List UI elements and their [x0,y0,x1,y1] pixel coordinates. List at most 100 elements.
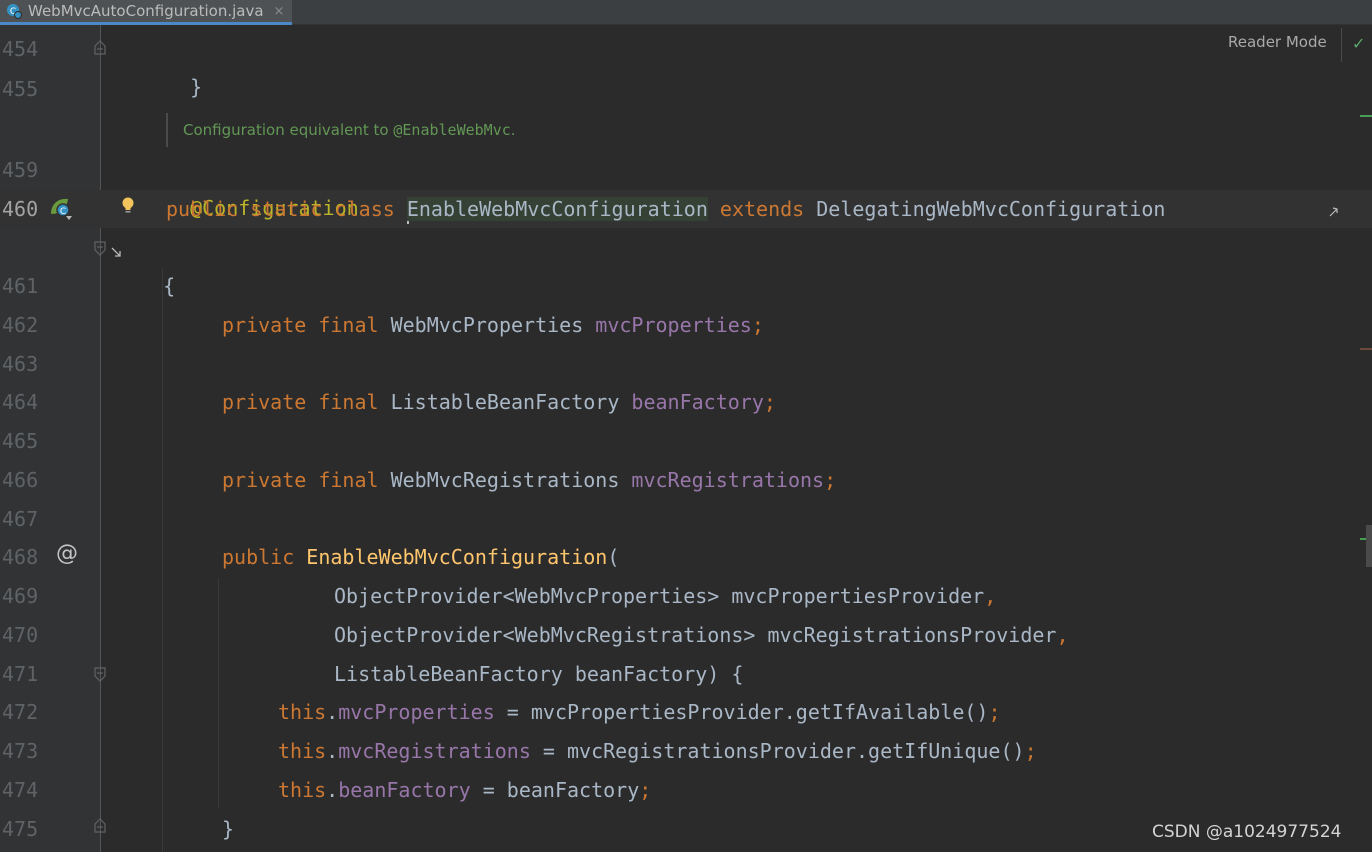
type-token: ListableBeanFactory [390,390,632,414]
code-token: } [190,75,203,99]
keyword-token: public [222,545,307,569]
code-line-460-brace: { [139,229,175,298]
reader-mode-button[interactable]: Reader Mode [1228,33,1327,51]
doc-comment-text: Configuration equivalent to [183,121,394,139]
scrollbar-thumb[interactable] [1366,525,1372,567]
line-number: 468 [2,545,39,569]
line-number: 471 [2,662,39,686]
comma-token: , [1056,623,1069,647]
field-token: mvcProperties [338,700,495,724]
semicolon-token: ; [639,778,652,802]
close-icon[interactable]: × [274,4,285,19]
field-token: mvcRegistrations [631,468,825,492]
field-token: beanFactory [338,778,471,802]
code-line-466: private final WebMvcRegistrations mvcReg… [222,461,836,499]
field-token: mvcProperties [595,313,752,337]
tab-label: WebMvcAutoConfiguration.java [28,2,264,20]
cursor-arrow-icon [110,245,124,259]
line-number: 474 [2,778,39,802]
code-line-454: } [166,30,202,99]
tab-webmvcautoconfiguration[interactable]: C WebMvcAutoConfiguration.java × [0,0,292,25]
indent-guide [162,268,163,852]
line-number: 463 [2,352,39,376]
fold-collapse-icon[interactable] [93,240,107,256]
semicolon-token: ; [988,700,1001,724]
watermark: CSDN @a1024977524 [1152,822,1342,842]
keyword-token: private final [222,313,391,337]
doc-comment-end: . [510,121,516,139]
this-token: this [278,739,327,763]
spring-bean-icon[interactable]: C [48,196,76,226]
line-number: 454 [2,37,39,61]
this-token: this [278,778,327,802]
semicolon-token: ; [751,313,764,337]
type-token: WebMvcRegistrations [390,468,632,492]
keyword-token: extends [707,197,817,221]
code-line-460: public static class EnableWebMvcConfigur… [166,190,1165,228]
lightbulb-icon[interactable] [120,196,136,220]
code-line-474: this.beanFactory = beanFactory; [278,771,651,809]
code-token: . [326,700,339,724]
code-line-462: private final WebMvcProperties mvcProper… [222,306,764,344]
indent-guide [218,578,219,808]
line-number: 464 [2,390,39,414]
code-token: ( [607,545,620,569]
fold-collapse-icon[interactable] [93,818,107,833]
line-number: 465 [2,429,39,453]
keyword-token: private final [222,390,391,414]
code-token: . [326,778,339,802]
semicolon-token: ; [824,468,837,492]
line-number: 460 [2,197,39,221]
constructor-token: EnableWebMvcConfiguration [306,545,608,569]
line-number: 466 [2,468,39,492]
keyword-token: public static class [166,197,407,221]
code-token: { [163,274,176,298]
java-class-icon: C [6,3,22,19]
keyword-token: private final [222,468,391,492]
line-number: 459 [2,158,39,182]
code-token: . [326,739,339,763]
line-number: 469 [2,584,39,608]
scroll-marker [1360,348,1372,350]
doc-comment: Configuration equivalent to @EnableWebMv… [166,113,516,147]
class-name-token[interactable]: EnableWebMvcConfiguration [406,197,708,221]
soft-wrap-icon [1328,203,1340,222]
line-number: 475 [2,817,39,841]
code-line-468: public EnableWebMvcConfiguration( [222,538,619,576]
field-token: beanFactory [631,390,764,414]
line-number: 467 [2,507,39,531]
override-marker-icon[interactable]: @ [56,541,78,566]
doc-comment-code: @EnableWebMvc [393,121,511,139]
type-token: WebMvcProperties [390,313,596,337]
code-token: } [222,817,235,841]
code-line-470: ObjectProvider<WebMvcRegistrations> mvcR… [334,616,1069,654]
code-line-469: ObjectProvider<WebMvcProperties> mvcProp… [334,577,996,615]
this-token: this [278,700,327,724]
check-icon[interactable]: ✓ [1352,34,1365,53]
line-number: 473 [2,739,39,763]
scroll-marker [1360,115,1372,117]
code-line-472: this.mvcProperties = mvcPropertiesProvid… [278,693,1001,731]
code-token: = mvcPropertiesProvider.getIfAvailable() [494,700,989,724]
code-line-475: } [222,810,234,848]
semicolon-token: ; [763,390,776,414]
toolbar-divider [1341,28,1342,62]
parent-class-token[interactable]: DelegatingWebMvcConfiguration [816,197,1165,221]
line-number: 472 [2,700,39,724]
editor-tab-bar: C WebMvcAutoConfiguration.java × [0,0,1372,25]
svg-text:C: C [60,207,66,217]
line-number: 455 [2,77,39,101]
code-token: ListableBeanFactory beanFactory) { [334,662,744,686]
fold-collapse-icon[interactable] [93,666,107,682]
code-line-473: this.mvcRegistrations = mvcRegistrations… [278,732,1037,770]
code-line-464: private final ListableBeanFactory beanFa… [222,383,776,421]
line-number: 462 [2,313,39,337]
line-number: 470 [2,623,39,647]
code-token: ObjectProvider<WebMvcRegistrations> mvcR… [334,623,1057,647]
code-token: = mvcRegistrationsProvider.getIfUnique() [530,739,1025,763]
field-token: mvcRegistrations [338,739,531,763]
code-line-459: @Configuration [166,151,359,220]
fold-collapse-icon[interactable] [93,40,107,55]
code-token: = beanFactory [470,778,640,802]
code-token: ObjectProvider<WebMvcProperties> mvcProp… [334,584,985,608]
